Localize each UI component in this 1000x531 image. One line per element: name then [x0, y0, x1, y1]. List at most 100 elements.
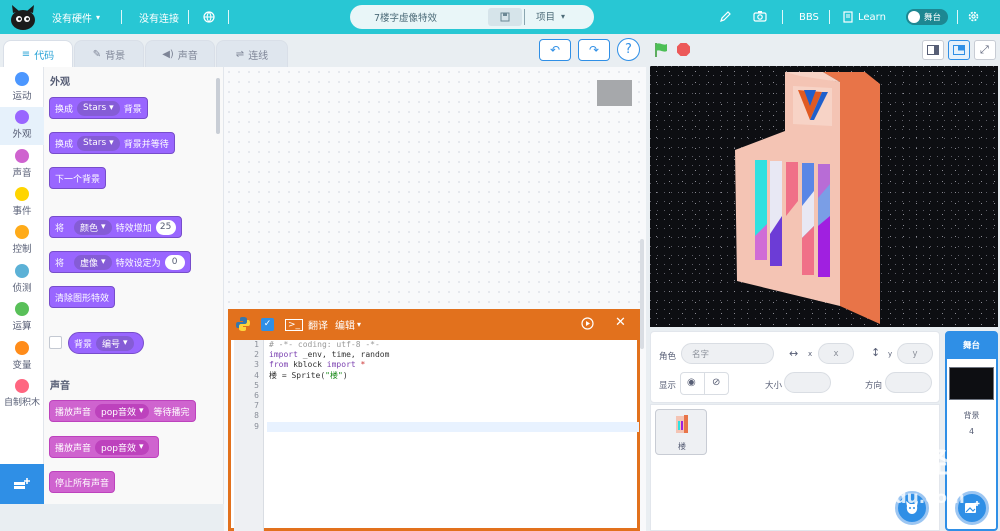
block-stop-all-sounds[interactable]: 停止所有声音	[49, 471, 116, 493]
app-logo-icon[interactable]	[8, 3, 38, 31]
category-my-blocks[interactable]: 自制积木	[0, 376, 44, 414]
palette-scrollbar[interactable]	[216, 78, 220, 134]
category-variables[interactable]: 变量	[0, 338, 44, 376]
fullscreen-button[interactable]: ⤢	[974, 40, 996, 60]
block-start-sound[interactable]: 播放声音 pop音效 ▾	[49, 436, 160, 458]
translate-button[interactable]: >_ 翻译	[285, 317, 328, 332]
divider	[957, 10, 958, 24]
tab-code[interactable]: ≡ 代码	[3, 40, 73, 67]
code-line: # -*- coding: utf-8 -*-	[269, 340, 380, 349]
block-backdrop-number[interactable]: 背景 编号 ▾	[68, 332, 144, 354]
category-looks[interactable]: 外观	[0, 107, 44, 145]
bbs-link[interactable]: BBS	[799, 0, 819, 34]
backdrop-dropdown[interactable]: Stars ▾	[77, 135, 120, 151]
tab-connect-label: 连线	[248, 50, 269, 62]
keyword: import	[269, 350, 298, 360]
sound-dropdown[interactable]: pop音效 ▾	[95, 439, 150, 455]
tab-backdrops[interactable]: ✎ 背景	[74, 40, 144, 67]
category-events[interactable]: 事件	[0, 184, 44, 222]
stage-canvas[interactable]	[650, 66, 998, 327]
connection-button[interactable]: 没有连接	[139, 0, 179, 34]
effect-value-input[interactable]: 25	[155, 219, 176, 235]
y-placeholder: y	[912, 348, 918, 359]
line-number-gutter: 1 2 3 4 5 6 7 8 9	[234, 340, 264, 531]
translate-label: 翻译	[308, 321, 329, 332]
category-dot	[15, 379, 29, 393]
building-sprite[interactable]	[650, 66, 998, 327]
run-icon[interactable]	[581, 317, 594, 330]
help-button[interactable]: ?	[617, 38, 640, 61]
sprite-name-input[interactable]: 名字	[681, 343, 774, 364]
effect-dropdown[interactable]: 虚像 ▾	[74, 254, 112, 270]
language-button[interactable]	[203, 0, 215, 34]
block-switch-backdrop-wait[interactable]: 换成 Stars ▾ 背景并等待	[49, 132, 175, 154]
stage-mode-toggle[interactable]: 舞台	[906, 9, 948, 25]
tab-connect[interactable]: ⇌ 连线	[216, 40, 288, 67]
workspace-scrollbar[interactable]	[640, 239, 644, 349]
stop-icon[interactable]	[676, 42, 691, 57]
undo-button[interactable]: ↶	[539, 39, 571, 61]
category-sensing[interactable]: 侦测	[0, 261, 44, 299]
size-input[interactable]	[784, 372, 831, 393]
sprite-thumbnail[interactable]: 楼	[655, 409, 707, 455]
enable-python-checkbox[interactable]: ✓	[261, 318, 274, 331]
category-dot	[15, 149, 29, 163]
save-icon	[500, 12, 510, 22]
direction-input[interactable]	[885, 372, 932, 393]
pencil-icon[interactable]	[719, 10, 732, 23]
sound-dropdown[interactable]: pop音效 ▾	[95, 403, 150, 419]
effect-dropdown[interactable]: 颜色 ▾	[74, 219, 112, 235]
block-play-sound-until-done[interactable]: 播放声音 pop音效 ▾ 等待播完	[49, 400, 196, 422]
y-input[interactable]: y	[897, 343, 933, 364]
brush-icon: ✎	[92, 48, 102, 60]
effect-value-input[interactable]: 0	[164, 254, 185, 270]
reporter-checkbox[interactable]	[49, 336, 62, 349]
close-icon[interactable]: ✕	[615, 315, 626, 330]
redo-button[interactable]: ↷	[578, 39, 610, 61]
undo-icon: ↶	[549, 43, 561, 57]
category-motion[interactable]: 运动	[0, 69, 44, 107]
category-operators[interactable]: 运算	[0, 299, 44, 337]
add-extension-button[interactable]	[0, 464, 44, 504]
redo-icon: ↷	[588, 43, 600, 57]
category-menu: 运动 外观 声音 事件 控制 侦测 运算 变量 自制积木	[0, 67, 44, 464]
hide-sprite-button[interactable]: ⊘	[704, 372, 729, 395]
block-switch-backdrop[interactable]: 换成 Stars ▾ 背景	[49, 97, 148, 119]
tab-sounds[interactable]: ◀) 声音	[145, 40, 215, 67]
small-stage-button[interactable]	[922, 40, 944, 60]
project-menu[interactable]: 项目 ▾	[536, 9, 566, 24]
x-input[interactable]: x	[818, 343, 854, 364]
category-control[interactable]: 控制	[0, 222, 44, 260]
code-text-area[interactable]: # -*- coding: utf-8 -*- import _env, tim…	[267, 340, 639, 531]
category-label: 控制	[12, 244, 32, 255]
block-text: 下一个背景	[55, 174, 101, 185]
block-change-effect[interactable]: 将 颜色 ▾ 特效增加 25	[49, 216, 182, 238]
category-sound[interactable]: 声音	[0, 146, 44, 184]
x-label: x	[808, 350, 813, 358]
hardware-menu[interactable]: 没有硬件 ▾	[52, 0, 100, 34]
learn-link[interactable]: Learn	[843, 0, 886, 34]
chevron-down-icon: ▾	[561, 11, 566, 21]
reporter-dropdown[interactable]: 编号 ▾	[96, 335, 134, 351]
save-button[interactable]	[488, 8, 522, 26]
large-stage-button[interactable]	[948, 40, 970, 60]
project-name-field[interactable]: 7楼字虚像特效	[374, 10, 437, 24]
backdrop-dropdown[interactable]: Stars ▾	[77, 100, 120, 116]
bbs-label: BBS	[799, 11, 819, 23]
category-dot	[15, 72, 29, 86]
chevron-down-icon: ▾	[101, 222, 106, 232]
camera-icon[interactable]	[753, 10, 767, 22]
block-clear-effects[interactable]: 清除图形特效	[49, 286, 116, 308]
block-set-effect[interactable]: 将 虚像 ▾ 特效设定为 0	[49, 251, 191, 273]
gear-icon[interactable]	[967, 10, 980, 23]
block-next-backdrop[interactable]: 下一个背景	[49, 167, 107, 189]
horizontal-arrows-icon: ↔	[789, 347, 799, 360]
category-label: 侦测	[12, 283, 32, 294]
edit-menu[interactable]: 编辑 ▾	[335, 317, 361, 332]
image-plus-icon	[965, 501, 980, 513]
green-flag-icon[interactable]	[654, 42, 669, 58]
category-label: 自制积木	[3, 398, 40, 408]
show-sprite-button[interactable]: ◉	[680, 372, 705, 395]
category-label: 变量	[12, 360, 32, 371]
